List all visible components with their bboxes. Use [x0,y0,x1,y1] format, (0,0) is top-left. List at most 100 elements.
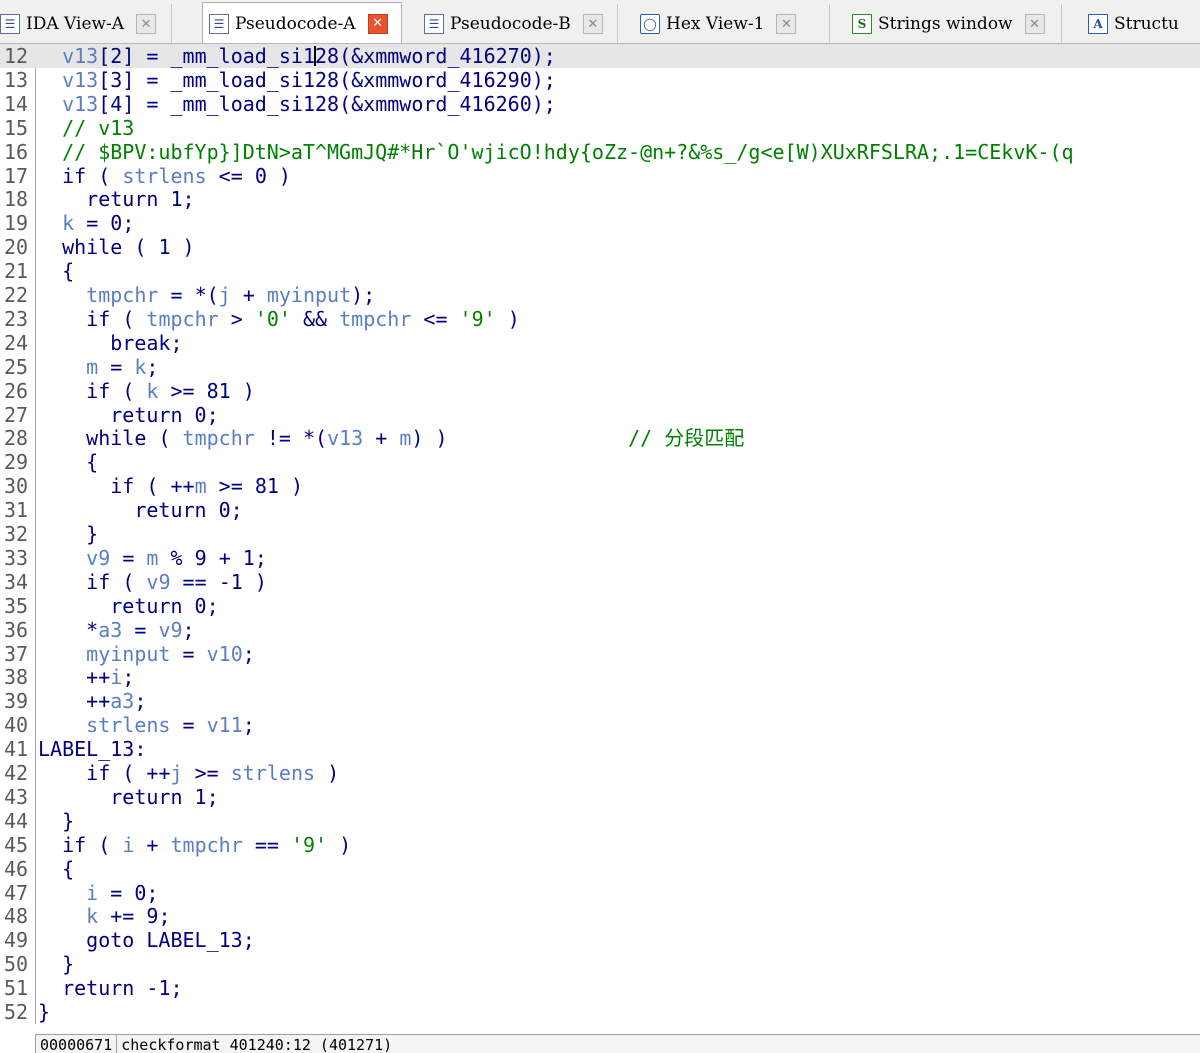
code-line[interactable]: 41 LABEL_13: [0,737,1200,761]
code-text[interactable]: break; [38,331,182,355]
tab-ida-view-a[interactable]: ☰ IDA View-A ✕ [0,4,172,43]
code-text[interactable]: v13[3] = _mm_load_si128(&xmmword_416290)… [38,68,556,92]
code-text[interactable]: LABEL_13: [38,737,146,761]
code-text[interactable]: ++i; [38,665,134,689]
code-line[interactable]: 34 if ( v9 == -1 ) [0,570,1200,594]
code-text[interactable]: // $BPV:ubfYp}]DtN>aT^MGmJQ#*Hr`O'wjicO!… [38,140,1073,164]
code-line[interactable]: 30 if ( ++m >= 81 ) [0,474,1200,498]
code-text[interactable]: if ( tmpchr > '0' && tmpchr <= '9' ) [38,307,520,331]
code-line[interactable]: 12 v13[2] = _mm_load_si128(&xmmword_4162… [0,44,1200,68]
code-line[interactable]: 13 v13[3] = _mm_load_si128(&xmmword_4162… [0,68,1200,92]
code-text[interactable]: myinput = v10; [38,642,255,666]
code-line[interactable]: 40 strlens = v11; [0,713,1200,737]
code-line[interactable]: 14 v13[4] = _mm_load_si128(&xmmword_4162… [0,92,1200,116]
close-icon[interactable]: ✕ [582,14,603,34]
code-text[interactable]: v13[4] = _mm_load_si128(&xmmword_416260)… [38,92,556,116]
doc-icon: ☰ [209,13,229,34]
code-text[interactable]: return 0; [38,403,218,427]
code-text[interactable]: m = k; [38,355,158,379]
code-line[interactable]: 50 } [0,952,1200,976]
tab-structures[interactable]: A Structu [1082,4,1200,43]
code-text[interactable]: strlens = v11; [38,713,255,737]
code-line[interactable]: 27 return 0; [0,403,1200,427]
code-line[interactable]: 15 // v13 [0,116,1200,140]
code-line[interactable]: 24 break; [0,331,1200,355]
code-text[interactable]: i = 0; [38,881,158,905]
code-line[interactable]: 17 if ( strlens <= 0 ) [0,164,1200,188]
code-line[interactable]: 21 { [0,259,1200,283]
code-line[interactable]: 16 // $BPV:ubfYp}]DtN>aT^MGmJQ#*Hr`O'wji… [0,140,1200,164]
code-text[interactable]: goto LABEL_13; [38,928,255,952]
tab-strings-window[interactable]: S Strings window ✕ [846,4,1062,43]
code-text[interactable]: if ( strlens <= 0 ) [38,164,291,188]
code-text[interactable]: return 0; [38,594,218,618]
tab-label: Pseudocode-B [450,14,571,34]
code-line[interactable]: 36 *a3 = v9; [0,618,1200,642]
tab-pseudocode-a[interactable]: ☰ Pseudocode-A ✕ [202,2,402,43]
code-text[interactable]: if ( k >= 81 ) [38,379,255,403]
line-number: 46 [4,856,29,881]
code-text[interactable]: if ( ++j >= strlens ) [38,761,339,785]
code-line[interactable]: 20 while ( 1 ) [0,235,1200,259]
code-text[interactable]: v13[2] = _mm_load_si128(&xmmword_416270)… [38,44,556,68]
code-line[interactable]: 31 return 0; [0,498,1200,522]
code-line[interactable]: 48 k += 9; [0,904,1200,928]
code-line[interactable]: 38 ++i; [0,665,1200,689]
code-text[interactable]: k = 0; [38,211,134,235]
close-icon[interactable]: ✕ [1024,14,1045,34]
code-line[interactable]: 47 i = 0; [0,881,1200,905]
code-line[interactable]: 33 v9 = m % 9 + 1; [0,546,1200,570]
close-icon[interactable]: ✕ [136,14,157,34]
code-line[interactable]: 23 if ( tmpchr > '0' && tmpchr <= '9' ) [0,307,1200,331]
code-line[interactable]: 26 if ( k >= 81 ) [0,379,1200,403]
code-text[interactable]: } [38,952,74,976]
code-line[interactable]: 52} [0,1000,1200,1024]
code-text[interactable]: tmpchr = *(j + myinput); [38,283,375,307]
code-line[interactable]: 42 if ( ++j >= strlens ) [0,761,1200,785]
code-text[interactable]: return -1; [38,976,182,1000]
code-text[interactable]: // v13 [38,116,134,140]
line-number: 35 [4,593,29,618]
code-text[interactable]: if ( v9 == -1 ) [38,570,267,594]
code-line[interactable]: 35 return 0; [0,594,1200,618]
code-text[interactable]: k += 9; [38,904,170,928]
code-line[interactable]: 22 tmpchr = *(j + myinput); [0,283,1200,307]
code-text[interactable]: } [38,1000,50,1024]
code-text[interactable]: } [38,522,98,546]
code-text[interactable]: return 0; [38,498,242,522]
close-icon[interactable]: ✕ [367,13,388,34]
code-line[interactable]: 43 return 1; [0,785,1200,809]
code-line[interactable]: 28 while ( tmpchr != *(v13 + m) ) // 分段匹… [0,426,1200,450]
code-text[interactable]: while ( 1 ) [38,235,195,259]
code-text[interactable]: return 1; [38,187,194,211]
code-line[interactable]: 29 { [0,450,1200,474]
code-line[interactable]: 25 m = k; [0,355,1200,379]
code-text[interactable]: { [38,450,98,474]
tab-hex-view-1[interactable]: ◯ Hex View-1 ✕ [634,4,830,43]
code-line[interactable]: 44 } [0,809,1200,833]
code-line[interactable]: 45 if ( i + tmpchr == '9' ) [0,833,1200,857]
code-text[interactable]: { [38,857,74,881]
code-text[interactable]: { [38,259,74,283]
code-text[interactable]: while ( tmpchr != *(v13 + m) ) // 分段匹配 [38,426,744,450]
code-text[interactable]: } [38,809,74,833]
code-line[interactable]: 32 } [0,522,1200,546]
code-line[interactable]: 37 myinput = v10; [0,642,1200,666]
code-text[interactable]: if ( i + tmpchr == '9' ) [38,833,351,857]
code-text[interactable]: *a3 = v9; [38,618,194,642]
code-line[interactable]: 18 return 1; [0,187,1200,211]
pseudocode-view[interactable]: 12 v13[2] = _mm_load_si128(&xmmword_4162… [0,44,1200,1034]
code-line[interactable]: 49 goto LABEL_13; [0,928,1200,952]
code-text[interactable]: if ( ++m >= 81 ) [38,474,303,498]
close-icon[interactable]: ✕ [776,14,797,34]
code-line[interactable]: 19 k = 0; [0,211,1200,235]
code-line[interactable]: 51 return -1; [0,976,1200,1000]
tab-pseudocode-b[interactable]: ☰ Pseudocode-B ✕ [418,4,618,43]
code-text[interactable]: v9 = m % 9 + 1; [38,546,267,570]
code-line[interactable]: 39 ++a3; [0,689,1200,713]
code-line[interactable]: 46 { [0,857,1200,881]
line-number: 18 [4,187,29,212]
code-text[interactable]: ++a3; [38,689,146,713]
line-number: 26 [4,378,29,403]
code-text[interactable]: return 1; [38,785,218,809]
